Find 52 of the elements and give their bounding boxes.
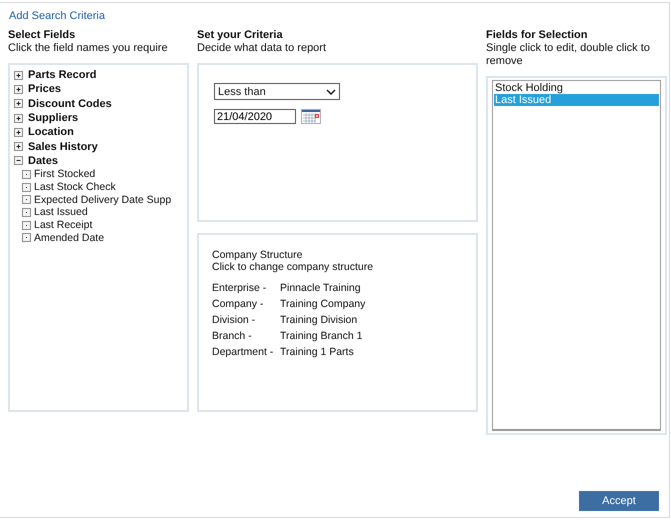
field-value: Training Branch 1 [280,330,364,343]
tree-item[interactable]: First Stocked [34,168,96,180]
field-value: Training 1 Parts [280,346,355,359]
panel-hint[interactable]: Click to change company structure [212,261,463,273]
field-value: Pinnacle Training [280,282,362,295]
page-title: Add Search Criteria [8,9,106,24]
leaf-icon[interactable] [22,195,31,204]
tree-item[interactable]: Last Issued [34,206,88,218]
operator-dropdown[interactable]: Less than [214,83,340,100]
expand-icon[interactable] [14,70,23,80]
expand-icon[interactable] [14,84,23,94]
accept-button[interactable]: Accept [579,491,659,511]
field-label: Department - [212,346,274,359]
section-hint: Decide what data to report [197,42,328,55]
date-field[interactable]: 21/04/2020 [214,109,296,124]
leaf-icon[interactable] [22,220,31,230]
panel-title: Company Structure [212,249,304,261]
section-hint: Click the field names you require [8,42,169,55]
list-item[interactable]: Stock Holding [494,82,659,94]
tree-item[interactable]: Last Stock Check [34,181,116,194]
tree-group[interactable]: Dates [28,154,58,167]
field-label: Branch - [212,330,253,343]
section-heading: Set your Criteria [197,29,284,42]
tree-group[interactable]: Location [28,126,74,138]
leaf-icon[interactable] [22,208,31,217]
tree-item[interactable]: Amended Date [34,232,104,244]
field-value: Training Company [280,298,366,311]
tree-group[interactable]: Parts Record [28,69,96,82]
calendar-icon[interactable] [301,109,321,124]
field-label: Enterprise - [212,282,268,295]
tree-group[interactable]: Discount Codes [28,98,112,110]
tree-group[interactable]: Prices [28,83,62,96]
tree-group[interactable]: Sales History [28,140,98,153]
tree-item[interactable]: Expected Delivery Date Supp [34,194,172,206]
section-hint: Single click to edit, double click to remove [486,42,651,68]
leaf-icon[interactable] [22,182,31,192]
field-label: Division - [212,314,256,327]
field-value: Training Division [280,314,358,327]
expand-icon[interactable] [14,114,23,123]
section-heading: Fields for Selection [486,29,588,42]
tree-group[interactable]: Suppliers [28,112,78,124]
collapse-icon[interactable] [14,156,23,166]
section-heading: Select Fields [8,29,76,42]
field-label: Company - [212,298,264,311]
expand-icon[interactable] [14,142,23,152]
expand-icon[interactable] [14,128,23,137]
selection-list[interactable]: Stock Holding Last Issued [492,80,661,431]
leaf-icon[interactable] [22,233,31,242]
leaf-icon[interactable] [22,170,31,179]
expand-icon[interactable] [14,99,23,108]
tree-item[interactable]: Last Receipt [34,219,92,232]
chevron-icon [326,88,336,94]
